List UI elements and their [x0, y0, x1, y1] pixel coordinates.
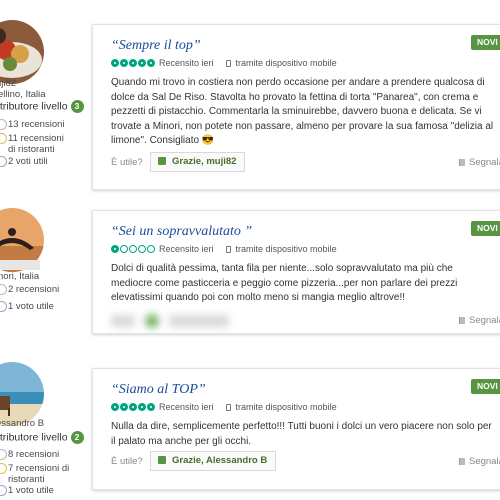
review-card: NOVI “Siamo al TOP” Recensito ieri trami… [92, 368, 500, 490]
reviewer-name[interactable]: essandro B [0, 418, 44, 429]
reviewer-avatar[interactable] [0, 362, 44, 426]
contributor-level: ntributore livello 3 [0, 100, 84, 113]
new-badge: NOVI [471, 35, 500, 50]
review-text: Quando mi trovo in costiera non perdo oc… [111, 77, 494, 147]
mobile-phone-icon [225, 59, 231, 67]
review-title[interactable]: “Sei un sopravvalutato ” [111, 224, 252, 240]
stat-helpful-votes[interactable]: 2 voti utili [0, 156, 70, 167]
mobile-phone-icon [225, 245, 231, 253]
review-meta: Recensito ieri tramite dispositivo mobil… [111, 244, 337, 254]
review-text: Dolci di qualità pessima, tanta fila per… [111, 263, 458, 304]
review-meta: Recensito ieri tramite dispositivo mobil… [111, 402, 337, 412]
review-date: Recensito ieri [159, 402, 214, 412]
flag-icon [459, 458, 465, 465]
stat-helpful-votes[interactable]: 1 voto utile [0, 485, 70, 496]
review-device: tramite dispositivo mobile [235, 402, 337, 412]
thumbs-up-icon [158, 157, 166, 165]
review-item: nori, Italia 2 recensioni 1 voto utile N… [0, 200, 500, 340]
review-meta: Recensito ieri tramite dispositivo mobil… [111, 58, 337, 68]
flag-icon [459, 317, 465, 324]
review-text: Nulla da dire, semplicemente perfetto!!!… [111, 421, 492, 447]
level-badge: 2 [70, 431, 84, 444]
stat-restaurant-reviews[interactable]: 7 recensioni di ristoranti [0, 463, 70, 485]
mobile-phone-icon [225, 403, 231, 411]
review-item: essandro B ntributore livello 2 8 recensi… [0, 350, 500, 500]
reviewer-name-redacted [0, 260, 40, 270]
contributor-label: ntributore livello [0, 100, 68, 113]
review-device: tramite dispositivo mobile [235, 58, 337, 68]
contributor-level: ntributore livello 2 [0, 431, 84, 444]
bubble-rating [111, 59, 155, 67]
report-button[interactable]: Segnala [459, 456, 500, 467]
report-button[interactable]: Segnala [459, 157, 500, 168]
review-device: tramite dispositivo mobile [235, 244, 337, 254]
new-badge: NOVI [471, 221, 500, 236]
reviewer-location: nori, Italia [0, 271, 40, 282]
review-date: Recensito ieri [159, 58, 214, 68]
thumbs-up-icon [158, 456, 166, 464]
reviewer-avatar[interactable] [0, 20, 44, 84]
thank-button[interactable]: Grazie, muji82 [150, 152, 246, 172]
review-card: NOVI “Sempre il top” Recensito ieri tram… [92, 24, 500, 190]
bubble-rating [111, 245, 155, 253]
flag-icon [459, 159, 465, 166]
stat-restaurant-reviews[interactable]: 11 recensioni di ristoranti [0, 133, 70, 155]
report-button[interactable]: Segnala [459, 315, 500, 326]
new-badge: NOVI [471, 379, 500, 394]
review-card: NOVI “Sei un sopravvalutato ” Recensito … [92, 210, 500, 334]
review-title[interactable]: “Siamo al TOP” [111, 382, 206, 398]
contributor-label: ntributore livello [0, 431, 68, 444]
review-title[interactable]: “Sempre il top” [111, 38, 201, 54]
review-item: uji82 ellino, Italia ntributore livello3… [0, 0, 500, 200]
level-badge: 3 [70, 100, 84, 113]
stat-reviews[interactable]: 2 recensioni [0, 284, 70, 295]
thank-button[interactable]: Grazie, Alessandro B [150, 451, 277, 471]
reviewer-name[interactable]: uji82 [0, 78, 16, 89]
blurred-thanks-area [111, 309, 277, 333]
helpful-question: È utile? [111, 456, 143, 467]
stat-reviews[interactable]: 8 recensioni [0, 449, 70, 460]
stat-reviews[interactable]: 13 recensioni [0, 119, 70, 130]
reviewer-location: ellino, Italia [0, 89, 46, 100]
bubble-rating [111, 403, 155, 411]
stat-helpful-votes[interactable]: 1 voto utile [0, 301, 70, 312]
review-date: Recensito ieri [159, 244, 214, 254]
helpful-question: È utile? [111, 157, 143, 168]
